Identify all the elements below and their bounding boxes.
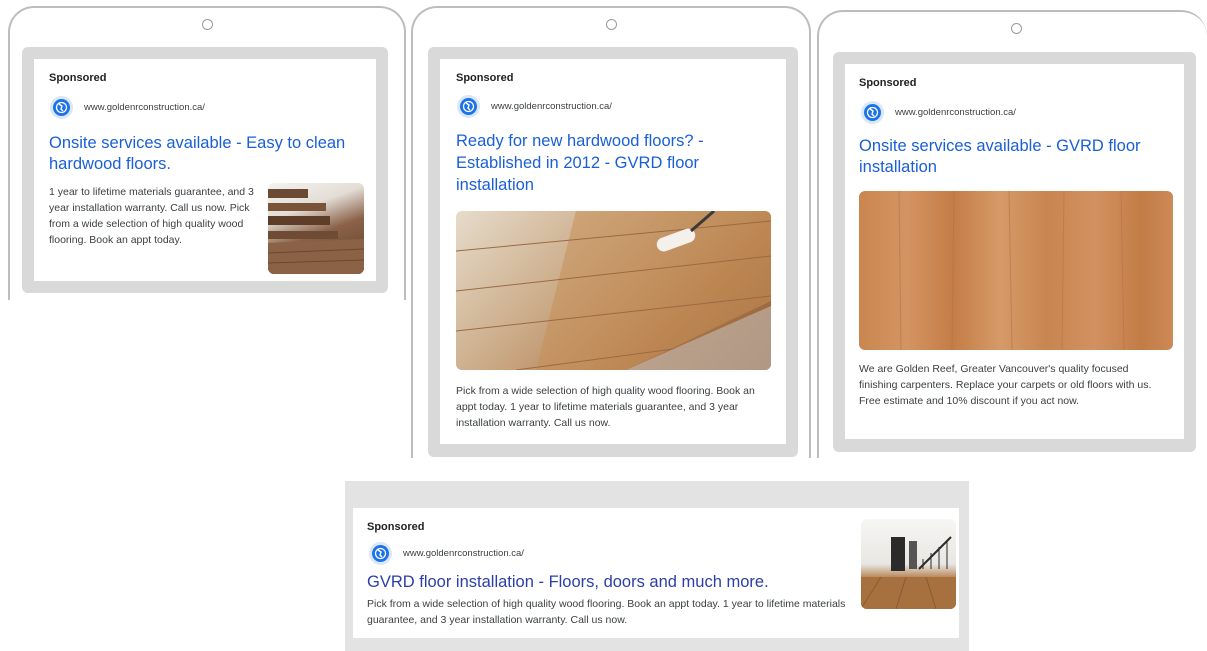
ad-description: We are Golden Reef, Greater Vancouver's … [859, 363, 1152, 407]
ad-description: Pick from a wide selection of high quali… [456, 385, 755, 429]
ad-url-row[interactable]: www.goldenrconstruction.ca/ [53, 99, 205, 116]
globe-icon [460, 98, 477, 115]
hardwood-planks-image[interactable] [268, 183, 364, 274]
ad-headline[interactable]: Onsite services available - GVRD floor i… [859, 136, 1179, 178]
globe-icon [864, 104, 881, 121]
ad-headline[interactable]: Ready for new hardwood floors? - Establi… [456, 130, 766, 196]
ad-url-row[interactable]: www.goldenrconstruction.ca/ [864, 104, 1016, 121]
ad-display-url[interactable]: www.goldenrconstruction.ca/ [403, 548, 524, 559]
ad-2-card[interactable]: Sponsored www.goldenrconstruction.ca/ Re… [440, 59, 786, 444]
ad-headline[interactable]: Onsite services available - Easy to clea… [49, 133, 349, 175]
phone-speaker [202, 19, 213, 30]
ad-display-url[interactable]: www.goldenrconstruction.ca/ [84, 102, 205, 113]
ad-headline[interactable]: GVRD floor installation - Floors, doors … [367, 572, 847, 593]
ad-url-row[interactable]: www.goldenrconstruction.ca/ [372, 545, 524, 562]
sponsored-label: Sponsored [49, 72, 107, 84]
ad-description: Pick from a wide selection of high quali… [367, 598, 846, 626]
ad-description: 1 year to lifetime materials guarantee, … [49, 186, 254, 246]
interior-hallway-stairs-image[interactable] [861, 519, 956, 609]
sponsored-label: Sponsored [456, 72, 514, 84]
wood-grain-panel-image[interactable] [859, 191, 1173, 350]
globe-icon [372, 545, 389, 562]
phone-speaker [606, 19, 617, 30]
ad-display-url[interactable]: www.goldenrconstruction.ca/ [895, 107, 1016, 118]
ad-3-container: Sponsored www.goldenrconstruction.ca/ On… [833, 52, 1196, 452]
floor-varnish-roller-image[interactable] [456, 211, 771, 370]
ad-display-url[interactable]: www.goldenrconstruction.ca/ [491, 101, 612, 112]
ad-4-container: Sponsored www.goldenrconstruction.ca/ GV… [345, 481, 969, 651]
ad-1-card[interactable]: Sponsored www.goldenrconstruction.ca/ On… [34, 59, 376, 281]
ad-3-card[interactable]: Sponsored www.goldenrconstruction.ca/ On… [845, 64, 1184, 439]
ad-2-container: Sponsored www.goldenrconstruction.ca/ Re… [428, 47, 798, 457]
phone-speaker [1011, 23, 1022, 34]
ad-1-container: Sponsored www.goldenrconstruction.ca/ On… [22, 47, 388, 293]
ad-4-card[interactable]: Sponsored www.goldenrconstruction.ca/ GV… [353, 508, 959, 638]
sponsored-label: Sponsored [859, 77, 917, 89]
sponsored-label: Sponsored [367, 521, 425, 533]
ad-url-row[interactable]: www.goldenrconstruction.ca/ [460, 98, 612, 115]
globe-icon [53, 99, 70, 116]
